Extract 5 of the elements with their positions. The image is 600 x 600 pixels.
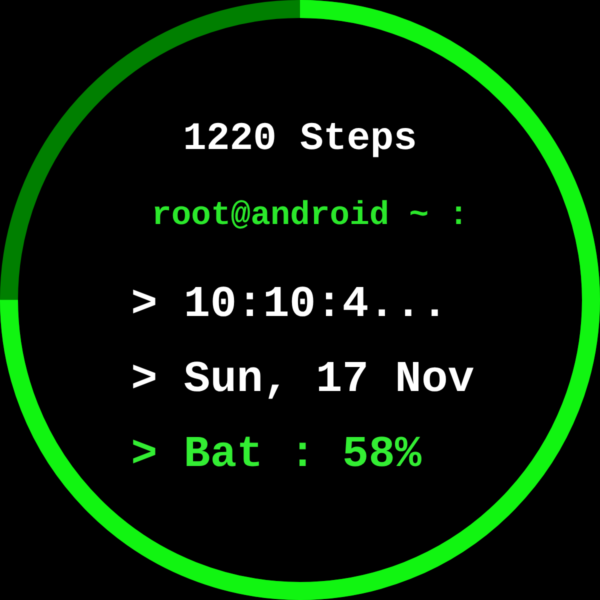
terminal-line: > Bat : 58% xyxy=(131,428,422,482)
terminal-prompt: root@android ~ : xyxy=(152,196,468,236)
step-count: 1220 Steps xyxy=(182,116,418,163)
terminal-line: > 10:10:4... xyxy=(131,279,448,332)
terminal-line: > Sun, 17 Nov xyxy=(131,354,474,407)
